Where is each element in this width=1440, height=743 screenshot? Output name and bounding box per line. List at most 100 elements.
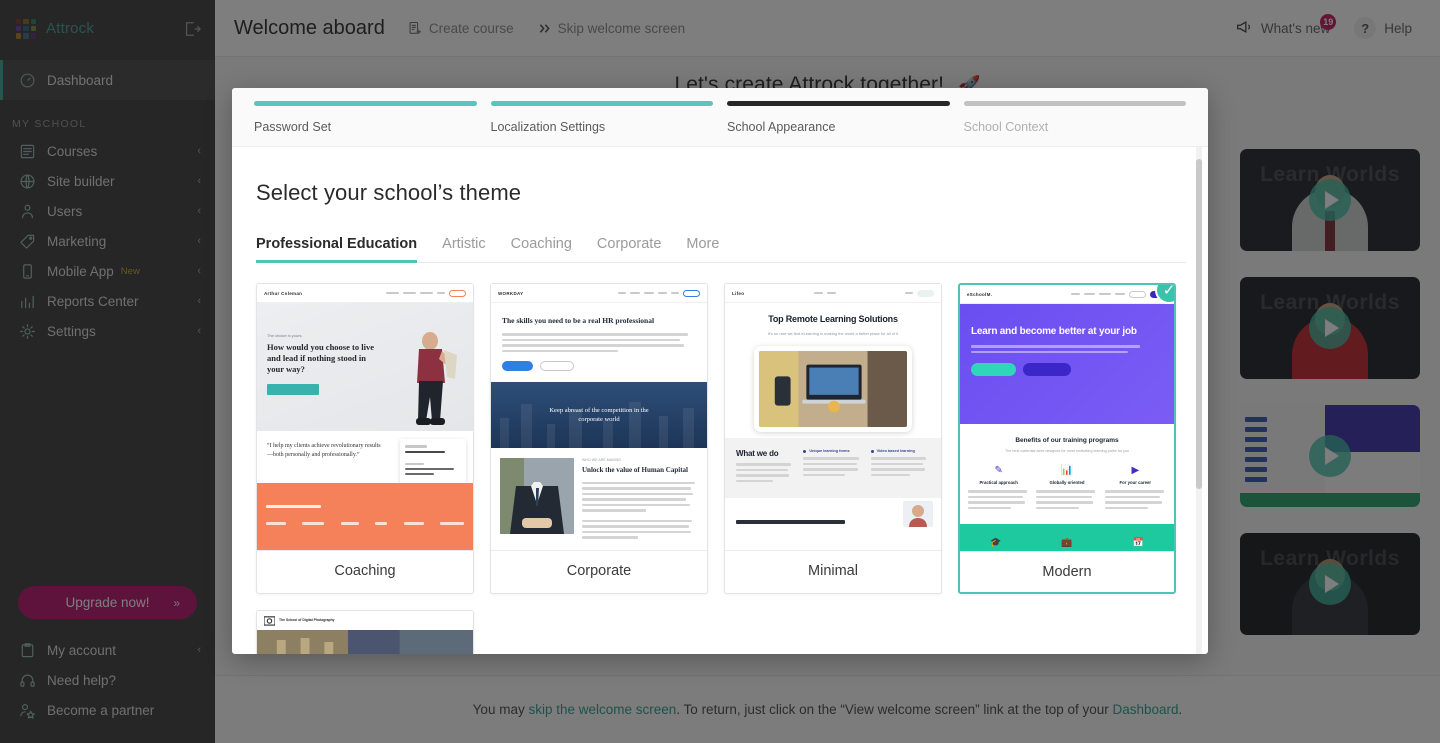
modern-stats-band: 🎓19,200students💼82,000courses delivered📅… [960, 524, 1174, 551]
wizard-step-label: Password Set [254, 120, 477, 134]
corporate-section-title: Unlock the value of Human Capital [582, 466, 698, 476]
minimal-avatar [903, 501, 933, 527]
app-root: Attrock Dashboard MY SCHOOL Courses‹Site… [0, 0, 1440, 743]
wizard-step-label: School Context [964, 120, 1187, 134]
modern-benefit-3: ▶For your career [1105, 465, 1166, 512]
wizard-step-label: Localization Settings [491, 120, 714, 134]
coaching-hero: The choice is yours. How would you choos… [257, 303, 473, 431]
mini-site-nav: The School of Digital Photography [257, 611, 473, 630]
tab-corporate[interactable]: Corporate [597, 236, 661, 262]
tab-label: Corporate [597, 236, 661, 252]
modern-benefit-2: 📊 Globally oriented [1036, 465, 1097, 512]
coaching-headline: How would you choose to live and lead if… [267, 342, 379, 375]
coaching-hero-photo [399, 325, 459, 429]
theme-card-love-digital[interactable]: The School of Digital Photography [256, 610, 474, 654]
corporate-city-band: Keep abreast of the competition in the c… [491, 382, 707, 448]
corporate-kicker: WHO WE ARE MAKING [582, 458, 698, 462]
minimal-section-title: What we do [736, 449, 795, 458]
theme-preview-minimal: Lifeo Top Remote Learning Solutions It's… [725, 284, 941, 550]
modern-hero: Learn and become better at your job [960, 304, 1174, 424]
minimal-headline: Top Remote Learning Solutions [737, 313, 929, 325]
corporate-photo [500, 458, 574, 534]
minimal-tablet-mockup [754, 346, 912, 432]
theme-card-corporate[interactable]: WORKDAY The skills you need to be a real… [490, 283, 708, 594]
modern-stat-2: 💼82,000courses delivered [1031, 537, 1102, 551]
tab-professional-education[interactable]: Professional Education [256, 236, 417, 262]
coaching-quote-section: “I help my clients achieve revolutionary… [257, 431, 473, 483]
modern-benefit-title: Globally oriented [1036, 480, 1097, 485]
tab-label: Professional Education [256, 236, 417, 252]
wizard-steps: Password Set Localization Settings School … [232, 88, 1208, 147]
coaching-orange-band [257, 483, 473, 550]
wizard-step-label: School Appearance [727, 120, 950, 134]
mini-site-brand: eSchoolM. [967, 292, 992, 297]
modern-benefit-title: Practical approach [968, 480, 1029, 485]
tab-coaching[interactable]: Coaching [511, 236, 572, 262]
mini-site-brand: Arthur Coleman [264, 291, 302, 296]
theme-card-label: Corporate [491, 550, 707, 591]
briefcase-icon: 💼 [1031, 537, 1102, 548]
wizard-step-bar [727, 101, 950, 106]
minimal-feature-2: Video based learning [877, 449, 915, 453]
coaching-quote: “I help my clients achieve revolutionary… [267, 442, 382, 460]
mini-site-nav: Arthur Coleman [257, 284, 473, 303]
modern-stat-1: 🎓19,200students [960, 537, 1031, 551]
coaching-cta-button [267, 384, 319, 395]
minimal-bottom-section [725, 498, 941, 532]
modern-headline: Learn and become better at your job [971, 325, 1163, 338]
theme-grid: Arthur Coleman The choice is yours. How … [256, 263, 1186, 594]
tab-more[interactable]: More [686, 236, 719, 262]
modern-benefit-columns: ✎ Practical approach 📊 Globally oriented ▶Fo… [968, 465, 1166, 512]
modern-secondary-button [1023, 363, 1071, 376]
tab-label: Artistic [442, 236, 486, 252]
modern-stat-3: 📅80%satisfaction increased [1103, 537, 1174, 551]
modal-scrollbar-thumb[interactable] [1196, 159, 1202, 489]
minimal-hero: Top Remote Learning Solutions It's so ra… [725, 303, 941, 337]
mini-site-brand: WORKDAY [498, 291, 523, 296]
theme-card-coaching[interactable]: Arthur Coleman The choice is yours. How … [256, 283, 474, 594]
wizard-step-localization-settings[interactable]: Localization Settings [491, 101, 714, 134]
minimal-feature-1: Unique learning forms [809, 449, 849, 453]
minimal-subhead: It's so rare we find eLearning is making… [737, 331, 929, 337]
modern-benefits: Benefits of our training programs The be… [960, 424, 1174, 524]
tab-label: More [686, 236, 719, 252]
corporate-headline: The skills you need to be a real HR prof… [502, 316, 696, 326]
minimal-what-we-do: What we do Unique learning forms [725, 438, 941, 498]
theme-card-modern[interactable]: ✓ eSchoolM. Learn and become better at y… [958, 283, 1176, 594]
theme-card-label: Minimal [725, 550, 941, 591]
corporate-primary-button [502, 361, 533, 371]
theme-preview-love-digital: The School of Digital Photography [257, 611, 473, 654]
theme-preview-coaching: Arthur Coleman The choice is yours. How … [257, 284, 473, 550]
mini-site-nav: WORKDAY [491, 284, 707, 303]
minimal-col-feature-1: Unique learning forms [803, 449, 862, 485]
wizard-step-bar [491, 101, 714, 106]
modal-heading: Select your school’s theme [256, 147, 1186, 206]
minimal-col-main: What we do [736, 449, 795, 485]
mini-site-brand: Lifeo [732, 291, 744, 296]
graduation-icon: 🎓 [960, 537, 1031, 548]
modern-section-title: Benefits of our training programs [968, 437, 1166, 444]
wizard-step-bar [964, 101, 1187, 106]
bar-chart-icon: 📊 [1036, 465, 1097, 477]
wizard-step-password-set[interactable]: Password Set [254, 101, 477, 134]
corporate-secondary-button [540, 361, 574, 371]
school-appearance-modal: Password Set Localization Settings School … [232, 88, 1208, 654]
theme-card-label: Coaching [257, 550, 473, 591]
camera-icon [264, 615, 275, 626]
theme-grid-row-2: The School of Digital Photography [256, 594, 1186, 654]
modal-scroll-area: Select your school’s theme Professional … [232, 147, 1208, 654]
tab-artistic[interactable]: Artistic [442, 236, 486, 262]
modern-benefit-title: For your career [1105, 480, 1166, 485]
mini-site-nav: Lifeo [725, 284, 941, 303]
theme-card-minimal[interactable]: Lifeo Top Remote Learning Solutions It's… [724, 283, 942, 594]
theme-preview-modern: eSchoolM. Learn and become better at you… [960, 285, 1174, 551]
wizard-step-school-context[interactable]: School Context [964, 101, 1187, 134]
calendar-icon: 📅 [1103, 537, 1174, 548]
corporate-section: WHO WE ARE MAKING Unlock the value of Hu… [491, 448, 707, 542]
modern-section-sub: The best materials were designed for mos… [968, 449, 1166, 453]
wizard-step-school-appearance[interactable]: School Appearance [727, 101, 950, 134]
pencil-icon: ✎ [968, 465, 1029, 477]
theme-preview-corporate: WORKDAY The skills you need to be a real… [491, 284, 707, 550]
mini-site-brand: The School of Digital Photography [279, 618, 335, 622]
corporate-hero: The skills you need to be a real HR prof… [491, 303, 707, 382]
